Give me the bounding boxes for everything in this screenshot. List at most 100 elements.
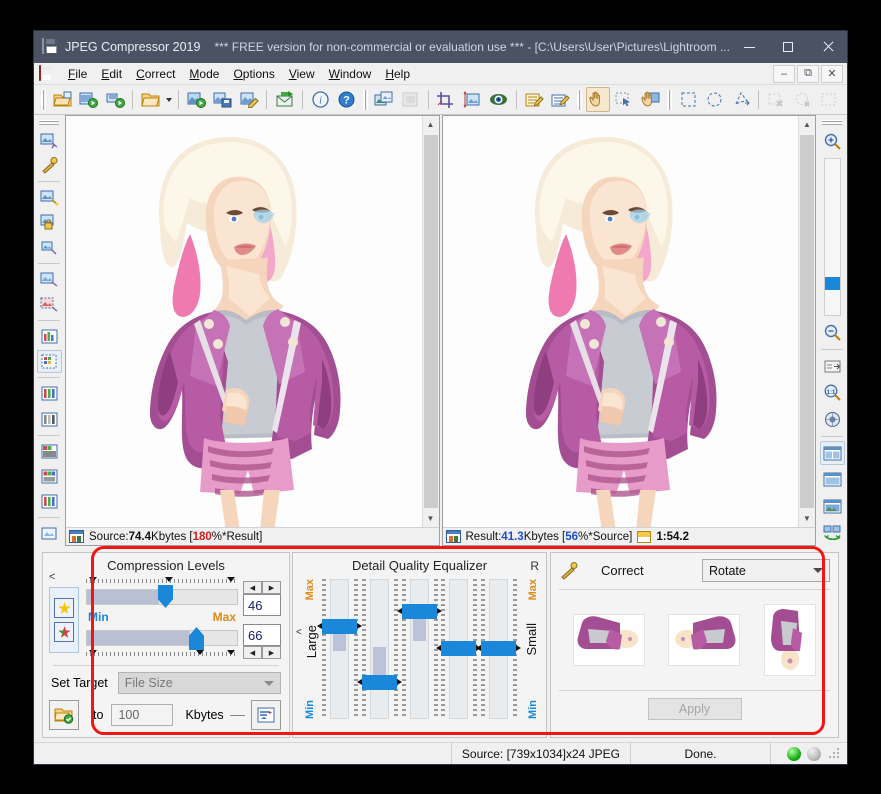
select-rect-icon[interactable] xyxy=(612,87,637,112)
lasso-icon[interactable] xyxy=(729,87,754,112)
save-icon[interactable] xyxy=(210,87,235,112)
image-adjust-icon[interactable] xyxy=(37,268,62,291)
gradient-map-icon[interactable] xyxy=(37,440,62,463)
slider-thumb[interactable] xyxy=(436,641,482,656)
marquee-rect-icon[interactable] xyxy=(676,87,701,112)
zoom-in-icon[interactable] xyxy=(820,129,845,154)
menu-correct[interactable]: Correct xyxy=(129,65,182,83)
compression-slider-chrominance[interactable] xyxy=(86,626,238,650)
save-as-edit-icon[interactable] xyxy=(237,87,262,112)
histogram-icon[interactable] xyxy=(37,325,62,348)
image-small-icon[interactable] xyxy=(37,236,62,259)
paste-image-icon[interactable] xyxy=(398,87,423,112)
equalizer-reset-button[interactable]: R xyxy=(530,559,539,573)
mdi-restore-button[interactable]: ⧉ xyxy=(797,64,819,83)
open-folder-icon[interactable] xyxy=(138,87,163,112)
scroll-up-arrow[interactable]: ▲ xyxy=(422,116,439,133)
zoom-slider[interactable] xyxy=(823,158,841,316)
scroll-thumb[interactable] xyxy=(800,135,814,508)
equalizer-collapse-chevron[interactable]: < xyxy=(296,627,302,638)
correct-operation-select[interactable]: Rotate xyxy=(702,559,830,582)
one-to-one-icon[interactable]: 1:1 xyxy=(820,381,845,406)
apply-button[interactable]: Apply xyxy=(647,698,742,720)
left-toolbar-grip[interactable] xyxy=(39,120,59,125)
menu-view[interactable]: View xyxy=(282,65,322,83)
crop-icon[interactable] xyxy=(434,87,459,112)
help-icon[interactable]: ? xyxy=(334,87,359,112)
magic-wand-icon[interactable] xyxy=(559,561,579,580)
grab-hand-icon[interactable] xyxy=(639,87,664,112)
compare-images-icon[interactable] xyxy=(372,87,397,112)
scroll-thumb[interactable] xyxy=(423,135,438,508)
color-balance-icon[interactable] xyxy=(37,465,62,488)
chrominance-value-field[interactable]: 66 xyxy=(243,624,281,646)
single-view-icon[interactable] xyxy=(820,467,845,492)
compression-collapse-chevron[interactable]: < xyxy=(49,571,55,583)
zoom-out-icon[interactable] xyxy=(820,321,845,346)
split-view-icon[interactable] xyxy=(819,440,845,466)
target-settings-icon[interactable] xyxy=(251,700,281,730)
top-spin-up[interactable]: ▶ xyxy=(262,581,281,594)
right-toolbar-grip[interactable] xyxy=(822,120,842,125)
marquee-ellipse-icon[interactable] xyxy=(702,87,727,112)
target-size-input[interactable]: 100 xyxy=(111,704,174,726)
equalizer-slider-2[interactable] xyxy=(356,579,402,719)
result-view-icon[interactable] xyxy=(820,494,845,519)
open-batch-icon[interactable] xyxy=(76,87,101,112)
mdi-minimize-button[interactable]: – xyxy=(773,64,795,83)
process-folder-icon[interactable] xyxy=(103,87,128,112)
magic-wand-icon[interactable] xyxy=(37,154,62,177)
bottom-spin-up[interactable]: ▶ xyxy=(262,646,281,659)
close-button[interactable] xyxy=(808,32,847,63)
selection-settings-icon[interactable] xyxy=(817,87,842,112)
image-mask-icon[interactable] xyxy=(37,293,62,316)
target-type-select[interactable]: File Size xyxy=(117,672,281,694)
scroll-down-arrow[interactable]: ▼ xyxy=(422,510,439,527)
menu-window[interactable]: Window xyxy=(322,65,379,83)
edit-comment-icon[interactable] xyxy=(522,87,547,112)
open-file-icon[interactable] xyxy=(50,87,75,112)
menu-options[interactable]: Options xyxy=(226,65,281,83)
resize-grip[interactable] xyxy=(827,747,839,760)
invert-selection-icon[interactable] xyxy=(791,87,816,112)
equalizer-slider-4[interactable] xyxy=(436,579,482,719)
slider-thumb[interactable] xyxy=(396,604,442,619)
navigator-icon[interactable] xyxy=(820,407,845,432)
menu-file[interactable]: File xyxy=(61,65,94,83)
image-scale-icon[interactable] xyxy=(37,186,62,209)
scroll-down-arrow[interactable]: ▼ xyxy=(799,510,815,527)
top-spin-down[interactable]: ◀ xyxy=(243,581,262,594)
maximize-button[interactable] xyxy=(769,32,808,63)
swap-views-icon[interactable] xyxy=(820,520,845,545)
fit-window-icon[interactable] xyxy=(820,354,845,379)
slider-thumb[interactable] xyxy=(317,619,362,634)
compression-slider-luminance[interactable] xyxy=(86,585,238,609)
folder-dropdown-caret[interactable] xyxy=(164,87,174,112)
deselect-icon[interactable] xyxy=(764,87,789,112)
equalizer-slider-1[interactable] xyxy=(317,579,362,719)
rotate-90-thumb[interactable] xyxy=(764,604,817,676)
color-table-icon[interactable] xyxy=(36,350,62,374)
toolbar-grip[interactable] xyxy=(362,89,368,110)
menu-help[interactable]: Help xyxy=(378,65,417,83)
image-tool-icon[interactable] xyxy=(37,129,62,152)
minimize-button[interactable] xyxy=(730,32,769,63)
pan-hand-icon[interactable] xyxy=(585,87,611,112)
image-lock-icon[interactable] xyxy=(37,211,62,234)
mdi-close-button[interactable]: ✕ xyxy=(821,64,843,83)
scroll-up-arrow[interactable]: ▲ xyxy=(799,116,815,133)
luminance-value-field[interactable]: 46 xyxy=(243,594,281,616)
document-icon[interactable] xyxy=(39,65,55,81)
preview-eye-icon[interactable] xyxy=(487,87,512,112)
luminance-quality-icon[interactable] xyxy=(54,598,74,618)
toolbar-grip[interactable] xyxy=(667,89,672,110)
resize-icon[interactable] xyxy=(460,87,485,112)
scroll-track[interactable] xyxy=(422,133,439,510)
levels-icon[interactable] xyxy=(37,490,62,513)
scroll-track[interactable] xyxy=(799,133,815,510)
equalizer-slider-5[interactable] xyxy=(476,579,521,719)
target-folder-check-icon[interactable] xyxy=(49,700,79,730)
toolbar-grip[interactable] xyxy=(41,89,46,110)
rotate-180-thumb[interactable] xyxy=(572,614,645,666)
zoom-slider-thumb[interactable] xyxy=(824,277,840,291)
